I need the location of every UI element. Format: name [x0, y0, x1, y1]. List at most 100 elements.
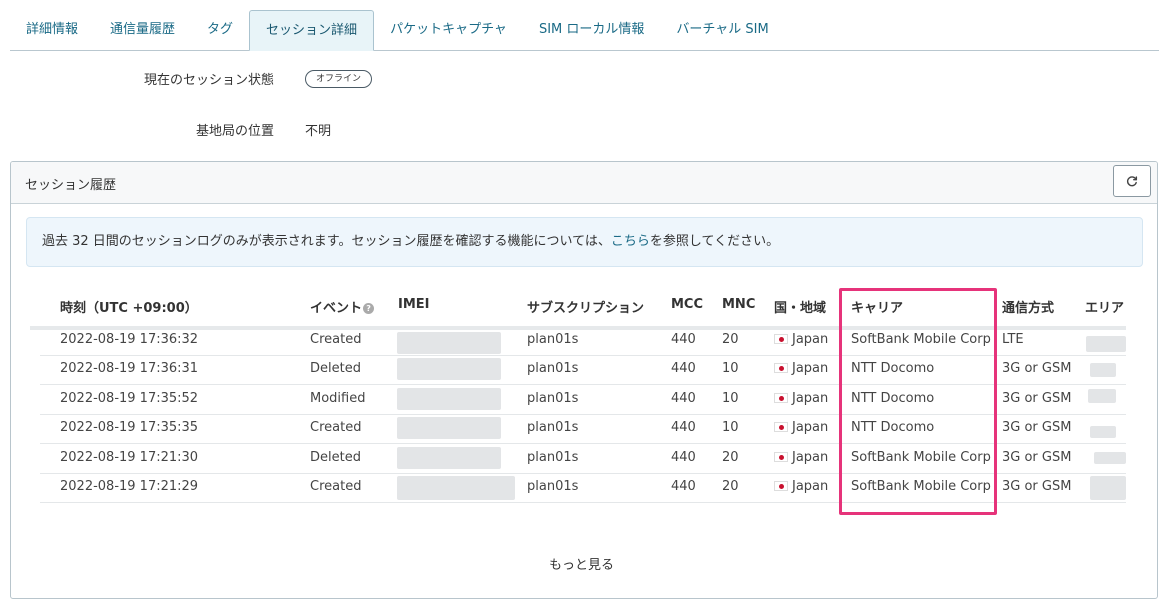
- col-mcc[interactable]: MCC: [671, 297, 703, 312]
- cell-country: Japan: [774, 361, 828, 376]
- cell-subscription: plan01s: [527, 420, 579, 435]
- tab-sim-local-info[interactable]: SIM ローカル情報: [523, 10, 660, 50]
- tab-virtual-sim[interactable]: バーチャル SIM: [660, 10, 784, 50]
- cell-event: Deleted: [310, 450, 361, 465]
- col-carrier[interactable]: キャリア: [851, 297, 903, 316]
- cell-event: Created: [310, 332, 362, 347]
- cell-mcc: 440: [671, 420, 696, 435]
- cell-mcc: 440: [671, 332, 696, 347]
- cell-time: 2022-08-19 17:36:31: [60, 361, 199, 376]
- help-icon[interactable]: ?: [363, 303, 375, 314]
- cell-time: 2022-08-19 17:36:32: [60, 332, 199, 347]
- cell-time: 2022-08-19 17:21:30: [60, 450, 199, 465]
- cell-rat: 3G or GSM: [1002, 420, 1072, 435]
- country-name: Japan: [792, 361, 829, 376]
- area-redacted: [1090, 426, 1116, 438]
- info-banner: 過去 32 日間のセッションログのみが表示されます。セッション履歴を確認する機能…: [26, 217, 1143, 267]
- cell-country: Japan: [774, 332, 828, 347]
- cell-mnc: 20: [722, 479, 739, 494]
- imei-redacted: [397, 417, 501, 439]
- japan-flag-icon: [774, 452, 788, 462]
- cell-mnc: 10: [722, 361, 739, 376]
- cell-time: 2022-08-19 17:35:35: [60, 420, 199, 435]
- country-name: Japan: [792, 391, 829, 406]
- panel-title: セッション履歴: [25, 178, 117, 193]
- cell-mnc: 10: [722, 391, 739, 406]
- japan-flag-icon: [774, 481, 788, 491]
- cell-mnc: 20: [722, 332, 739, 347]
- cell-carrier: SoftBank Mobile Corp: [851, 450, 991, 465]
- status-badge: オフライン: [305, 70, 373, 88]
- cell-carrier: SoftBank Mobile Corp: [851, 332, 991, 347]
- col-area[interactable]: エリア: [1085, 297, 1124, 316]
- col-event[interactable]: イベント?: [310, 297, 375, 316]
- japan-flag-icon: [774, 363, 788, 373]
- cell-event: Modified: [310, 391, 366, 406]
- load-more-button[interactable]: もっと見る: [0, 554, 1163, 573]
- imei-redacted: [397, 358, 501, 380]
- tab-tags[interactable]: タグ: [191, 10, 249, 50]
- imei-redacted: [397, 476, 515, 500]
- cell-time: 2022-08-19 17:21:29: [60, 479, 199, 494]
- imei-redacted: [397, 447, 501, 469]
- cell-country: Japan: [774, 391, 828, 406]
- info-text-after: を参照してください。: [649, 234, 780, 249]
- japan-flag-icon: [774, 422, 788, 432]
- area-redacted: [1086, 336, 1126, 352]
- tab-packet-capture[interactable]: パケットキャプチャ: [374, 10, 523, 50]
- info-text-before: 過去 32 日間のセッションログのみが表示されます。セッション履歴を確認する機能…: [42, 234, 611, 249]
- col-imei[interactable]: IMEI: [398, 297, 430, 312]
- cell-subscription: plan01s: [527, 391, 579, 406]
- cell-mcc: 440: [671, 391, 696, 406]
- cell-location-value: 不明: [305, 124, 332, 139]
- tab-details[interactable]: 詳細情報: [10, 10, 94, 50]
- cell-carrier: NTT Docomo: [851, 391, 935, 406]
- cell-mcc: 440: [671, 361, 696, 376]
- info-link[interactable]: こちら: [611, 234, 650, 249]
- col-country[interactable]: 国・地域: [774, 297, 826, 316]
- cell-rat: LTE: [1002, 332, 1024, 347]
- imei-redacted: [397, 388, 501, 410]
- area-redacted: [1090, 363, 1116, 377]
- cell-subscription: plan01s: [527, 479, 579, 494]
- refresh-icon: [1126, 176, 1138, 187]
- cell-time: 2022-08-19 17:35:52: [60, 391, 199, 406]
- col-time[interactable]: 時刻（UTC +09:00）: [60, 297, 198, 316]
- imei-redacted: [397, 332, 501, 354]
- cell-rat: 3G or GSM: [1002, 479, 1072, 494]
- cell-carrier: NTT Docomo: [851, 361, 935, 376]
- cell-event: Deleted: [310, 361, 361, 376]
- cell-carrier: SoftBank Mobile Corp: [851, 479, 991, 494]
- col-event-label: イベント: [310, 301, 363, 316]
- cell-rat: 3G or GSM: [1002, 361, 1072, 376]
- table-row: 2022-08-19 17:35:35 Created plan01s 440 …: [40, 414, 1126, 444]
- table-row: 2022-08-19 17:21:30 Deleted plan01s 440 …: [40, 444, 1126, 474]
- panel-header: セッション履歴: [11, 162, 1157, 204]
- cell-carrier: NTT Docomo: [851, 420, 935, 435]
- tab-session-details[interactable]: セッション詳細: [249, 10, 375, 51]
- area-redacted: [1094, 452, 1126, 464]
- cell-mnc: 20: [722, 450, 739, 465]
- table-row: 2022-08-19 17:36:32 Created plan01s 440 …: [40, 326, 1126, 356]
- country-name: Japan: [792, 420, 829, 435]
- session-status-label: 現在のセッション状態: [143, 73, 274, 88]
- japan-flag-icon: [774, 334, 788, 344]
- country-name: Japan: [792, 332, 829, 347]
- table-row: 2022-08-19 17:21:29 Created plan01s 440 …: [40, 473, 1126, 503]
- area-redacted: [1088, 389, 1116, 403]
- col-rat[interactable]: 通信方式: [1002, 297, 1054, 316]
- cell-subscription: plan01s: [527, 450, 579, 465]
- cell-event: Created: [310, 420, 362, 435]
- col-subscription[interactable]: サブスクリプション: [527, 297, 644, 316]
- cell-event: Created: [310, 479, 362, 494]
- cell-country: Japan: [774, 450, 828, 465]
- col-mnc[interactable]: MNC: [722, 297, 755, 312]
- refresh-button[interactable]: [1113, 165, 1151, 197]
- cell-subscription: plan01s: [527, 361, 579, 376]
- tab-traffic-history[interactable]: 通信量履歴: [94, 10, 191, 50]
- cell-mcc: 440: [671, 450, 696, 465]
- cell-country: Japan: [774, 479, 828, 494]
- cell-mcc: 440: [671, 479, 696, 494]
- cell-country: Japan: [774, 420, 828, 435]
- cell-subscription: plan01s: [527, 332, 579, 347]
